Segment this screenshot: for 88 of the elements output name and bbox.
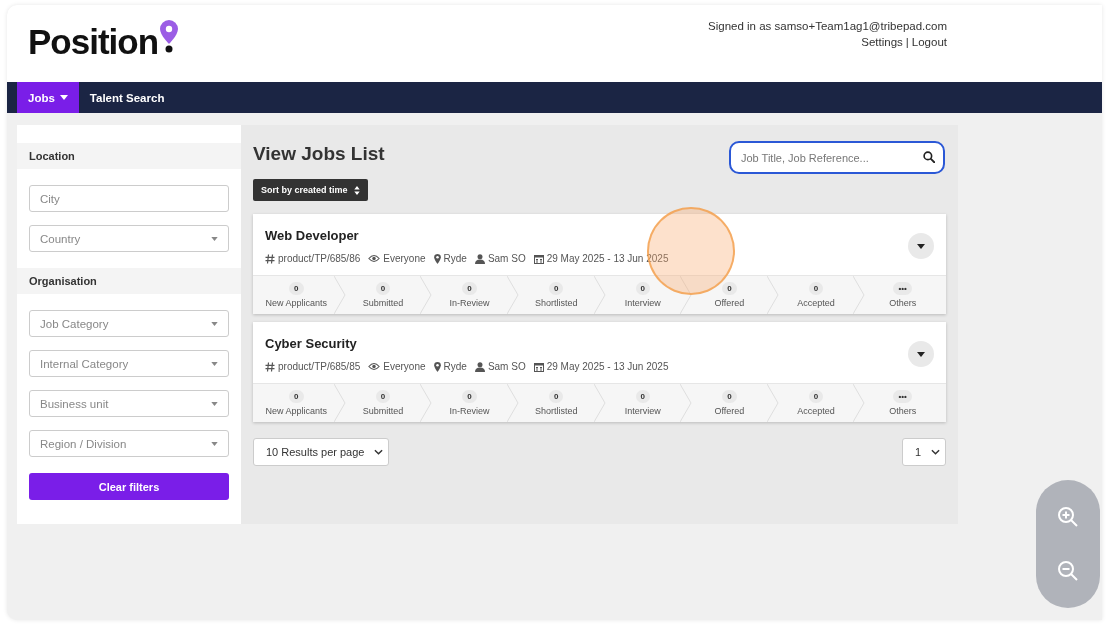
nav-tab[interactable]: Talent Search xyxy=(78,82,176,113)
stage-count: 0 xyxy=(289,390,304,403)
stage-label[interactable]: Others xyxy=(889,298,917,308)
page-title: View Jobs List xyxy=(253,143,385,165)
stage-count: 0 xyxy=(808,390,824,403)
chevron-down-icon xyxy=(374,449,384,455)
sort-button[interactable]: Sort by created time xyxy=(253,179,368,201)
stage-label[interactable]: In-Review xyxy=(449,298,490,308)
job-meta-text: Sam SO xyxy=(487,253,526,264)
stage-label[interactable]: Shortlisted xyxy=(534,406,578,416)
job-meta-text: Sam SO xyxy=(487,361,526,372)
logout-link[interactable]: Logout xyxy=(911,36,947,48)
filter-section-heading: Organisation xyxy=(17,268,241,294)
job-meta-text: Ryde xyxy=(443,253,467,264)
map-pin-icon xyxy=(433,361,441,372)
job-title[interactable]: Cyber Security xyxy=(265,336,357,351)
stage-count: 0 xyxy=(548,282,564,295)
stage-count: 0 xyxy=(375,282,391,295)
eye-icon xyxy=(368,254,381,263)
chevron-down-icon xyxy=(931,449,940,455)
expand-button[interactable] xyxy=(908,233,934,259)
expand-button[interactable] xyxy=(908,341,934,367)
stage-count: 0 xyxy=(462,282,477,295)
caret-icon xyxy=(917,243,925,249)
select-field[interactable]: Country xyxy=(29,225,229,252)
filter-section-heading: Location xyxy=(17,143,241,169)
stage-label[interactable]: Others xyxy=(889,406,917,416)
stage-label[interactable]: Accepted xyxy=(797,406,835,416)
stage-label[interactable]: Accepted xyxy=(797,298,835,308)
sort-icon xyxy=(353,185,360,195)
search-icon[interactable] xyxy=(923,151,935,163)
calendar-icon xyxy=(533,361,544,372)
eye-icon xyxy=(368,362,381,371)
logo-wordmark: Position xyxy=(28,22,159,62)
stage-count: 0 xyxy=(462,390,477,403)
select-field[interactable]: Job Category xyxy=(29,310,229,337)
page-select[interactable]: 1 xyxy=(901,438,946,466)
select-field[interactable]: Internal Category xyxy=(29,350,229,377)
stage-count: 0 xyxy=(635,282,651,295)
link-separator: | xyxy=(905,36,909,48)
job-meta-text: Everyone xyxy=(383,361,426,372)
stage-count: ••• xyxy=(893,390,912,403)
hash-icon xyxy=(265,361,275,372)
job-title[interactable]: Web Developer xyxy=(265,228,359,243)
stage-label[interactable]: New Applicants xyxy=(265,406,328,416)
caret-down-icon xyxy=(211,441,218,446)
select-field[interactable]: Business unit xyxy=(29,390,229,417)
signed-in-text: Signed in as samso+Team1ag1@tribepad.com xyxy=(708,20,947,32)
stage-label[interactable]: Submitted xyxy=(362,406,404,416)
search-field[interactable]: Job Title, Job Reference... xyxy=(729,141,945,174)
stage-count: 0 xyxy=(722,282,737,295)
stage-count: 0 xyxy=(548,390,564,403)
stage-label[interactable]: New Applicants xyxy=(265,298,328,308)
job-meta-text: Ryde xyxy=(443,361,467,372)
job-meta-text: product/TP/685/86 xyxy=(278,253,361,264)
calendar-icon xyxy=(533,253,544,264)
results-per-page-select[interactable]: 10 Results per page xyxy=(253,438,390,466)
clear-filters-button[interactable]: Clear filters xyxy=(29,473,229,500)
caret-icon xyxy=(917,351,925,357)
stage-label[interactable]: In-Review xyxy=(449,406,490,416)
caret-down-icon xyxy=(211,401,218,406)
job-meta-text: Everyone xyxy=(383,253,426,264)
settings-link[interactable]: Settings xyxy=(861,36,903,48)
stage-label[interactable]: Offered xyxy=(714,298,745,308)
select-field[interactable]: Region / Division xyxy=(29,430,229,457)
caret-down-icon xyxy=(211,361,218,366)
stage-label[interactable]: Interview xyxy=(624,298,661,308)
map-pin-icon xyxy=(433,253,441,264)
user-icon xyxy=(474,253,485,264)
stage-count: 0 xyxy=(808,282,824,295)
stage-count: 0 xyxy=(722,390,737,403)
hash-icon xyxy=(265,253,275,264)
caret-down-icon xyxy=(211,321,218,326)
user-icon xyxy=(474,361,485,372)
job-meta-text: product/TP/685/85 xyxy=(278,361,361,372)
stage-label[interactable]: Shortlisted xyxy=(534,298,578,308)
job-meta-text: 29 May 2025 - 13 Jun 2025 xyxy=(546,361,669,372)
caret-down-icon xyxy=(211,236,218,241)
stage-label[interactable]: Interview xyxy=(624,406,661,416)
stage-label[interactable]: Submitted xyxy=(362,298,404,308)
stage-count: ••• xyxy=(893,282,912,295)
stage-count: 0 xyxy=(635,390,651,403)
pin-icon xyxy=(159,19,180,53)
city-field[interactable]: City xyxy=(29,185,229,212)
stage-count: 0 xyxy=(375,390,391,403)
stage-label[interactable]: Offered xyxy=(714,406,745,416)
stage-count: 0 xyxy=(289,282,304,295)
nav-tab[interactable]: Jobs xyxy=(17,82,79,113)
